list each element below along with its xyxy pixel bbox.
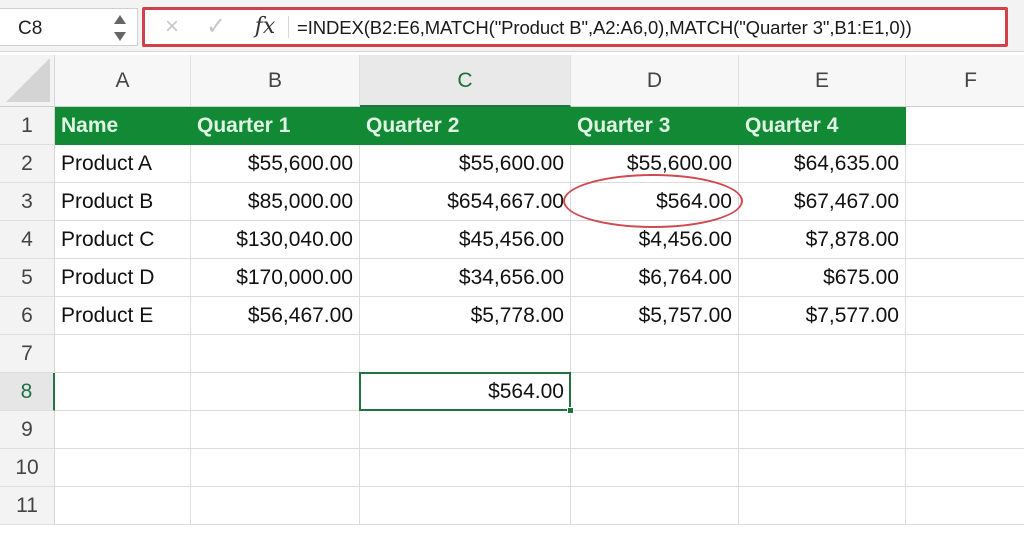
data-cell[interactable]: $85,000.00 — [191, 183, 360, 221]
cell-b7[interactable] — [191, 335, 360, 373]
column-header-d[interactable]: D — [571, 55, 739, 107]
data-cell[interactable]: Product E — [55, 297, 191, 335]
data-cell[interactable]: $55,600.00 — [360, 145, 571, 183]
cell-e8[interactable] — [739, 373, 906, 411]
column-title-cell[interactable]: Quarter 2 — [360, 107, 571, 145]
cell-a10[interactable] — [55, 449, 191, 487]
cell-f10[interactable] — [906, 449, 1024, 487]
cell-d9[interactable] — [571, 411, 739, 449]
cell-f7[interactable] — [906, 335, 1024, 373]
chevron-down-icon[interactable] — [114, 32, 126, 41]
column-header-c[interactable]: C — [360, 55, 571, 107]
cell-d8[interactable] — [571, 373, 739, 411]
cell-f11[interactable] — [906, 487, 1024, 525]
data-cell[interactable]: Product B — [55, 183, 191, 221]
cell-e11[interactable] — [739, 487, 906, 525]
data-cell[interactable]: Product A — [55, 145, 191, 183]
cell-a8[interactable] — [55, 373, 191, 411]
data-cell[interactable]: $675.00 — [739, 259, 906, 297]
row-header-4[interactable]: 4 — [0, 221, 55, 259]
cell-c11[interactable] — [360, 487, 571, 525]
cell-f8[interactable] — [906, 373, 1024, 411]
chevron-up-icon[interactable] — [114, 15, 126, 24]
data-cell[interactable]: $34,656.00 — [360, 259, 571, 297]
data-cell[interactable]: $5,757.00 — [571, 297, 739, 335]
data-cell[interactable]: $55,600.00 — [191, 145, 360, 183]
check-icon[interactable]: ✓ — [203, 13, 229, 41]
data-cell[interactable]: $130,040.00 — [191, 221, 360, 259]
data-cell[interactable]: Product C — [55, 221, 191, 259]
row-header-8[interactable]: 8 — [0, 373, 55, 411]
cell-f1[interactable] — [906, 107, 1024, 145]
cell-c7[interactable] — [360, 335, 571, 373]
data-cell[interactable]: $45,456.00 — [360, 221, 571, 259]
data-cell[interactable]: $56,467.00 — [191, 297, 360, 335]
name-box-value[interactable]: C8 — [18, 18, 42, 40]
column-header-f[interactable]: F — [906, 55, 1024, 107]
cell-f9[interactable] — [906, 411, 1024, 449]
cell-f5[interactable] — [906, 259, 1024, 297]
data-cell[interactable]: $67,467.00 — [739, 183, 906, 221]
column-header-a[interactable]: A — [55, 55, 191, 107]
row-header-1[interactable]: 1 — [0, 107, 55, 145]
data-cell[interactable]: $7,577.00 — [739, 297, 906, 335]
column-title-cell[interactable]: Quarter 4 — [739, 107, 906, 145]
cell-e7[interactable] — [739, 335, 906, 373]
cell-d11[interactable] — [571, 487, 739, 525]
cell-d7[interactable] — [571, 335, 739, 373]
row-header-9[interactable]: 9 — [0, 411, 55, 449]
cell-f3[interactable] — [906, 183, 1024, 221]
cell-f2[interactable] — [906, 145, 1024, 183]
select-all-button[interactable] — [0, 55, 55, 107]
row-header-5[interactable]: 5 — [0, 259, 55, 297]
column-header-b[interactable]: B — [191, 55, 360, 107]
data-cell[interactable]: $55,600.00 — [571, 145, 739, 183]
formula-bar[interactable]: × ✓ fx =INDEX(B2:E6,MATCH("Product B",A2… — [142, 7, 1008, 47]
row-header-3[interactable]: 3 — [0, 183, 55, 221]
cell-a7[interactable] — [55, 335, 191, 373]
result-cell[interactable]: $564.00 — [360, 373, 571, 411]
row-header-2[interactable]: 2 — [0, 145, 55, 183]
cell-b8[interactable] — [191, 373, 360, 411]
formula-toolbar: C8 × ✓ fx =INDEX(B2:E6,MATCH("Product B"… — [0, 0, 1024, 52]
data-cell[interactable]: $170,000.00 — [191, 259, 360, 297]
data-cell[interactable]: $4,456.00 — [571, 221, 739, 259]
row-header-10[interactable]: 10 — [0, 449, 55, 487]
row-header-6[interactable]: 6 — [0, 297, 55, 335]
cancel-icon[interactable]: × — [159, 13, 185, 41]
cell-a11[interactable] — [55, 487, 191, 525]
select-all-icon — [6, 58, 50, 102]
column-title-cell[interactable]: Quarter 1 — [191, 107, 360, 145]
cell-e10[interactable] — [739, 449, 906, 487]
fill-handle[interactable] — [567, 407, 574, 414]
column-title-cell[interactable]: Name — [55, 107, 191, 145]
cell-f4[interactable] — [906, 221, 1024, 259]
column-title-cell[interactable]: Quarter 3 — [571, 107, 739, 145]
cell-f6[interactable] — [906, 297, 1024, 335]
formula-input[interactable]: =INDEX(B2:E6,MATCH("Product B",A2:A6,0),… — [297, 17, 912, 39]
data-cell[interactable]: $64,635.00 — [739, 145, 906, 183]
formula-bar-divider — [288, 16, 289, 38]
column-header-e[interactable]: E — [739, 55, 906, 107]
data-cell[interactable]: $6,764.00 — [571, 259, 739, 297]
cell-c9[interactable] — [360, 411, 571, 449]
cell-b9[interactable] — [191, 411, 360, 449]
data-cell[interactable]: $564.00 — [571, 183, 739, 221]
name-box-stepper-icon[interactable] — [113, 15, 127, 41]
cell-b10[interactable] — [191, 449, 360, 487]
row-header-11[interactable]: 11 — [0, 487, 55, 525]
cell-e9[interactable] — [739, 411, 906, 449]
data-cell[interactable]: Product D — [55, 259, 191, 297]
cell-a9[interactable] — [55, 411, 191, 449]
cell-d10[interactable] — [571, 449, 739, 487]
name-box[interactable]: C8 — [0, 8, 138, 46]
insert-function-icon[interactable]: fx — [250, 13, 280, 41]
cell-c10[interactable] — [360, 449, 571, 487]
data-cell[interactable]: $7,878.00 — [739, 221, 906, 259]
data-cell[interactable]: $5,778.00 — [360, 297, 571, 335]
row-header-7[interactable]: 7 — [0, 335, 55, 373]
data-cell[interactable]: $654,667.00 — [360, 183, 571, 221]
cell-b11[interactable] — [191, 487, 360, 525]
